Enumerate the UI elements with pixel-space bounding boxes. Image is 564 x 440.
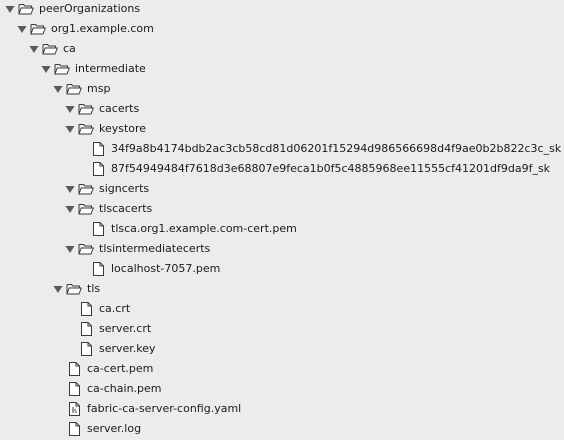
tree-folder-row[interactable]: intermediate	[0, 59, 564, 79]
tree-folder-row[interactable]: tlscacerts	[0, 199, 564, 219]
folder-label: org1.example.com	[51, 22, 154, 35]
file-label: ca-chain.pem	[87, 382, 162, 395]
file-label: ca-cert.pem	[87, 362, 154, 375]
file-label: server.key	[99, 342, 156, 355]
tree-file-row[interactable]: ca.crt	[0, 299, 564, 319]
disclosure-triangle-down-icon[interactable]	[64, 203, 76, 215]
file-label: 87f54949484f7618d3e68807e9feca1b0f5c4885…	[111, 162, 551, 175]
document-icon	[90, 162, 106, 176]
disclosure-triangle-down-icon[interactable]	[64, 243, 76, 255]
file-label: server.crt	[99, 322, 152, 335]
file-label: fabric-ca-server-config.yaml	[87, 402, 242, 415]
file-label: ca.crt	[99, 302, 131, 315]
document-icon	[78, 322, 94, 336]
open-folder-icon	[18, 2, 34, 16]
tree-file-row[interactable]: localhost-7057.pem	[0, 259, 564, 279]
tree-folder-row[interactable]: signcerts	[0, 179, 564, 199]
open-folder-icon	[30, 22, 46, 36]
config-document-icon	[66, 402, 82, 416]
folder-label: keystore	[99, 122, 147, 135]
document-icon	[78, 342, 94, 356]
file-label: localhost-7057.pem	[111, 262, 221, 275]
disclosure-triangle-down-icon[interactable]	[52, 283, 64, 295]
disclosure-triangle-down-icon[interactable]	[40, 63, 52, 75]
folder-label: intermediate	[75, 62, 146, 75]
tree-file-row[interactable]: server.crt	[0, 319, 564, 339]
tree-folder-row[interactable]: msp	[0, 79, 564, 99]
open-folder-icon	[78, 182, 94, 196]
document-icon	[66, 382, 82, 396]
tree-file-row[interactable]: server.log	[0, 419, 564, 439]
open-folder-icon	[66, 82, 82, 96]
disclosure-triangle-down-icon[interactable]	[64, 123, 76, 135]
open-folder-icon	[78, 202, 94, 216]
disclosure-triangle-down-icon[interactable]	[28, 43, 40, 55]
document-icon	[66, 422, 82, 436]
tree-folder-row[interactable]: cacerts	[0, 99, 564, 119]
folder-label: tls	[87, 282, 101, 295]
document-icon	[90, 142, 106, 156]
tree-folder-row[interactable]: org1.example.com	[0, 19, 564, 39]
disclosure-triangle-down-icon[interactable]	[4, 3, 16, 15]
tree-file-row[interactable]: ca-cert.pem	[0, 359, 564, 379]
tree-folder-row[interactable]: peerOrganizations	[0, 0, 564, 19]
disclosure-triangle-down-icon[interactable]	[64, 183, 76, 195]
tree-file-row[interactable]: server.key	[0, 339, 564, 359]
tree-folder-row[interactable]: tls	[0, 279, 564, 299]
open-folder-icon	[66, 282, 82, 296]
document-icon	[90, 262, 106, 276]
tree-file-row[interactable]: ca-chain.pem	[0, 379, 564, 399]
open-folder-icon	[78, 102, 94, 116]
tree-file-row[interactable]: fabric-ca-server-config.yaml	[0, 399, 564, 419]
disclosure-triangle-down-icon[interactable]	[52, 83, 64, 95]
tree-file-row[interactable]: tlsca.org1.example.com-cert.pem	[0, 219, 564, 239]
file-tree: peerOrganizations org1.example.com ca in…	[0, 0, 564, 440]
folder-label: tlscacerts	[99, 202, 153, 215]
document-icon	[90, 222, 106, 236]
folder-label: tlsintermediatecerts	[99, 242, 211, 255]
tree-folder-row[interactable]: ca	[0, 39, 564, 59]
disclosure-triangle-down-icon[interactable]	[64, 103, 76, 115]
folder-label: signcerts	[99, 182, 150, 195]
folder-label: ca	[63, 42, 76, 55]
folder-label: peerOrganizations	[39, 2, 141, 15]
open-folder-icon	[54, 62, 70, 76]
document-icon	[66, 362, 82, 376]
document-icon	[78, 302, 94, 316]
tree-folder-row[interactable]: tlsintermediatecerts	[0, 239, 564, 259]
tree-folder-row[interactable]: keystore	[0, 119, 564, 139]
folder-label: cacerts	[99, 102, 140, 115]
tree-file-row[interactable]: 34f9a8b4174bdb2ac3cb58cd81d06201f15294d9…	[0, 139, 564, 159]
file-label: server.log	[87, 422, 142, 435]
folder-label: msp	[87, 82, 111, 95]
open-folder-icon	[42, 42, 58, 56]
file-label: tlsca.org1.example.com-cert.pem	[111, 222, 297, 235]
file-label: 34f9a8b4174bdb2ac3cb58cd81d06201f15294d9…	[111, 142, 562, 155]
tree-file-row[interactable]: 87f54949484f7618d3e68807e9feca1b0f5c4885…	[0, 159, 564, 179]
open-folder-icon	[78, 122, 94, 136]
disclosure-triangle-down-icon[interactable]	[16, 23, 28, 35]
open-folder-icon	[78, 242, 94, 256]
